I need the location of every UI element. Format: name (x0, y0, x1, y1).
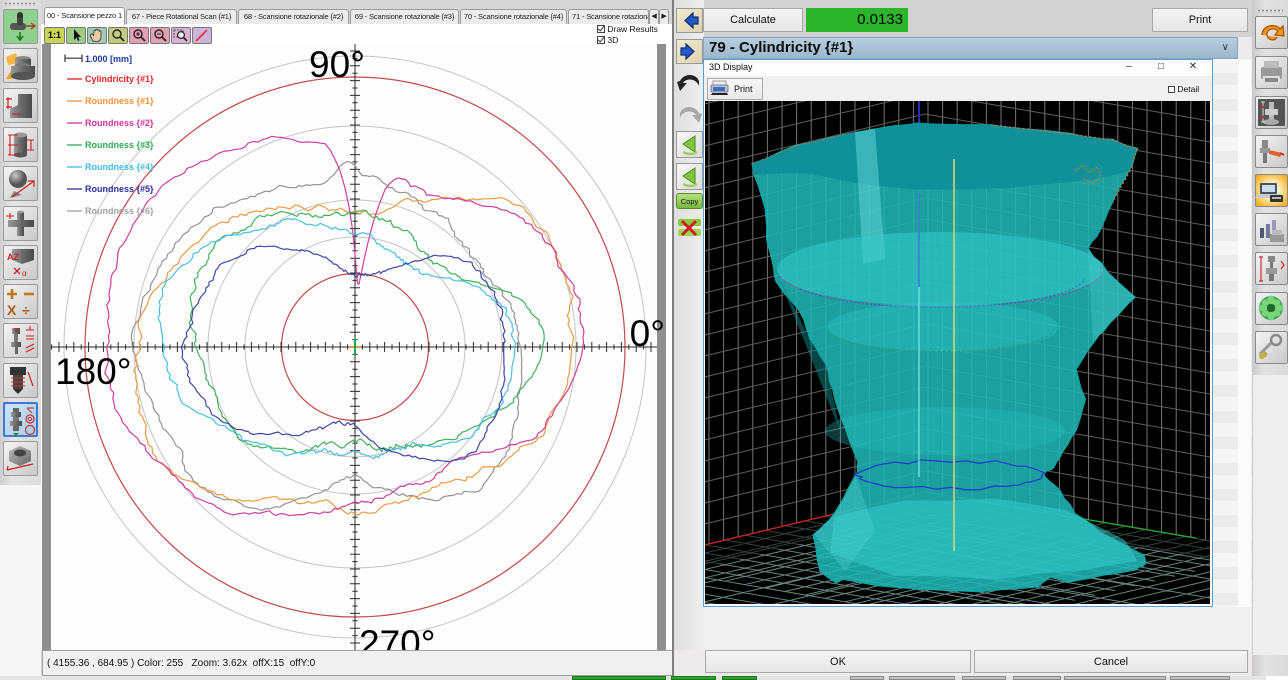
svg-text:Roundness {#3}: Roundness {#3} (85, 140, 154, 150)
svg-text:Roundness {#1}: Roundness {#1} (85, 96, 154, 106)
svg-text:1.000 [mm]: 1.000 [mm] (85, 54, 132, 64)
svg-text:AZ: AZ (7, 252, 19, 262)
svg-text:÷: ÷ (22, 302, 30, 318)
svg-text:0°: 0° (630, 313, 665, 354)
svg-text:Roundness {#5}: Roundness {#5} (85, 184, 154, 194)
svg-text:Roundness {#6}: Roundness {#6} (85, 206, 154, 216)
svg-text:α: α (22, 269, 27, 278)
svg-text:Roundness {#2}: Roundness {#2} (85, 118, 154, 128)
svg-text:Roundness {#4}: Roundness {#4} (85, 162, 154, 172)
svg-text:Cylindricity {#1}: Cylindricity {#1} (85, 74, 154, 84)
svg-text:180°: 180° (55, 351, 132, 392)
svg-text:X: X (7, 302, 17, 318)
svg-text:90°: 90° (309, 44, 365, 85)
